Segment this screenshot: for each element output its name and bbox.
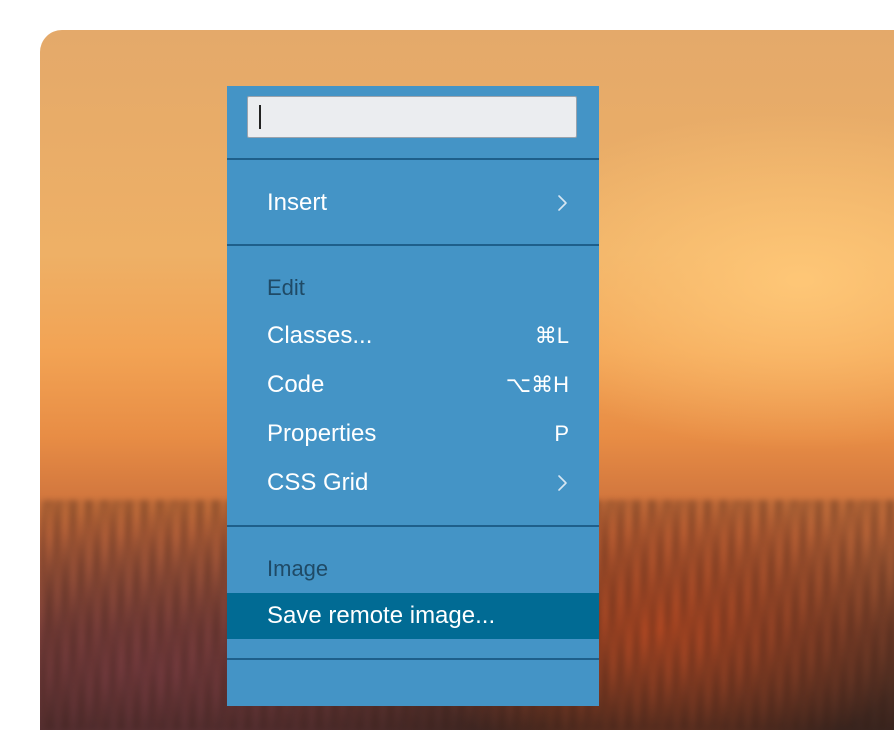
menu-item-insert-label: Insert [267,189,328,216]
section-heading-image: Image [267,556,329,581]
menu-separator [227,244,599,246]
menu-item-properties-shortcut: P [554,421,569,446]
menu-item-insert[interactable]: Insert [227,180,599,226]
menu-item-properties[interactable]: Properties P [227,411,599,457]
menu-separator [227,525,599,527]
menu-item-save-remote-image-label: Save remote image... [267,602,496,629]
menu-item-classes[interactable]: Classes... ⌘L [227,313,599,359]
menu-separator [227,658,599,660]
menu-item-code-label: Code [267,371,325,398]
chevron-right-icon [558,195,567,211]
menu-item-classes-shortcut: ⌘L [534,323,569,348]
menu-separator [227,158,599,160]
menu-item-code-shortcut: ⌥⌘H [505,372,569,397]
chevron-right-icon [558,475,567,491]
section-heading-edit: Edit [267,275,305,300]
menu-item-css-grid[interactable]: CSS Grid [227,460,599,506]
search-wrap [247,96,577,138]
menu-item-code[interactable]: Code ⌥⌘H [227,362,599,408]
text-caret [259,105,261,129]
menu-item-properties-label: Properties [267,420,377,447]
menu-item-css-grid-label: CSS Grid [267,469,369,496]
menu-search-input[interactable] [247,96,577,138]
context-menu: Insert Edit Classes... ⌘L Code ⌥⌘H Prope… [227,86,599,706]
menu-item-save-remote-image[interactable]: Save remote image... [227,593,599,639]
menu-item-classes-label: Classes... [267,322,373,349]
